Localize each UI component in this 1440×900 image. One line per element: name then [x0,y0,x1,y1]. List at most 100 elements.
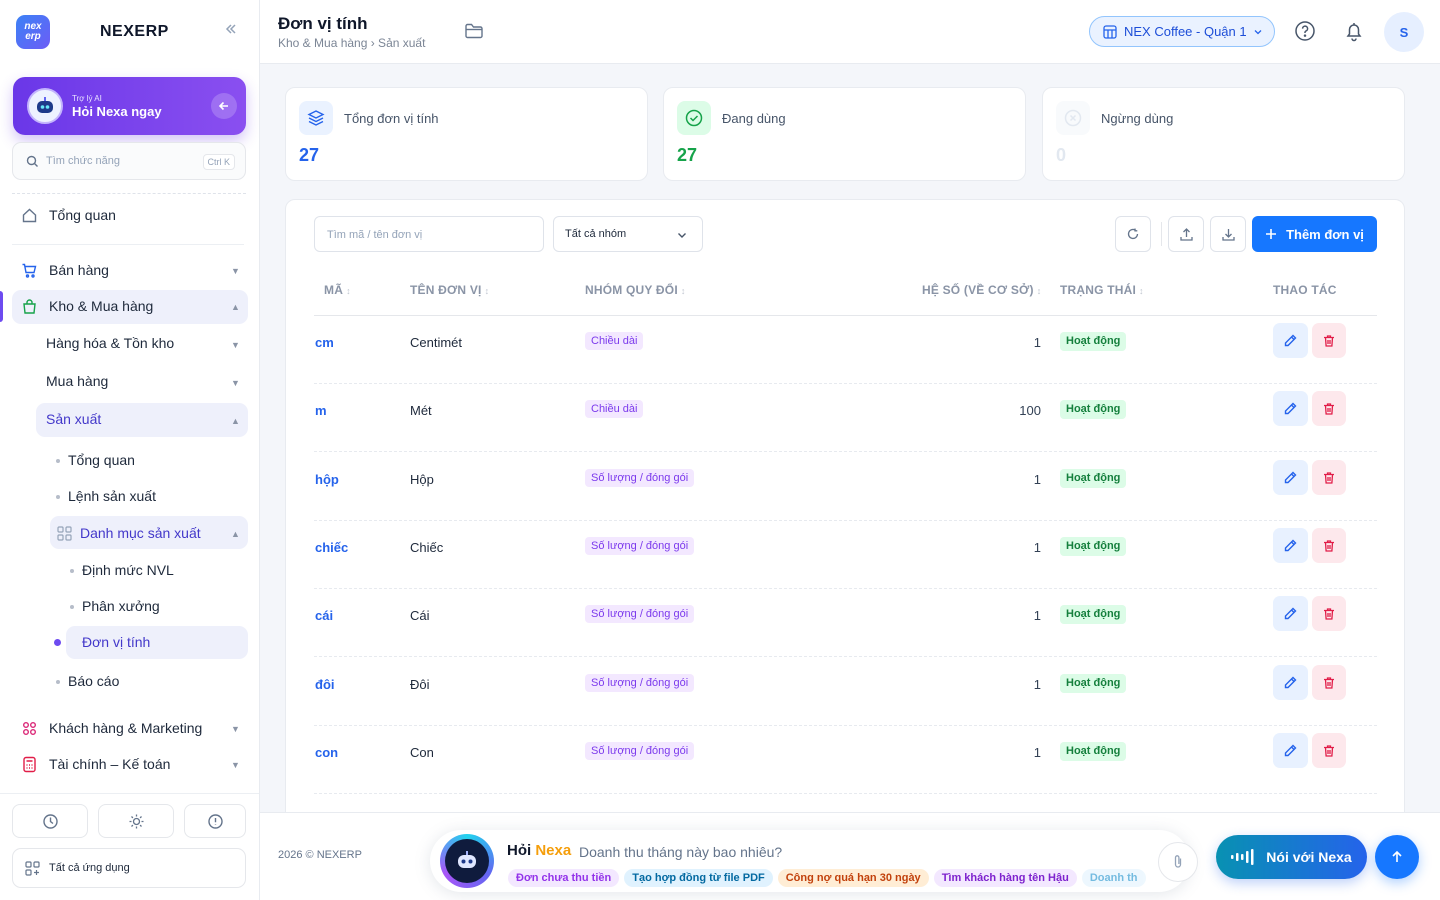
add-unit-button[interactable]: Thêm đơn vị [1252,216,1377,252]
suggestion-chip[interactable]: Doanh th [1081,869,1146,887]
sidebar-item-units[interactable]: Đơn vị tính [82,634,150,650]
sidebar-item-finance[interactable]: Tài chính – Kế toán [20,755,170,773]
row-divider [314,451,1377,452]
unit-code[interactable]: hộp [315,472,339,487]
column-header-name[interactable]: TÊN ĐƠN VỊ ↕ [410,283,489,297]
delete-button[interactable] [1312,596,1346,631]
all-apps-button[interactable]: Tất cả ứng dụng [12,848,246,888]
suggestion-chip[interactable]: Đơn chưa thu tiền [508,869,620,887]
delete-button[interactable] [1312,528,1346,563]
stat-label: Tổng đơn vị tính [344,111,439,126]
chevron-down-icon: ▼ [231,266,240,276]
search-icon [26,155,39,168]
edit-button[interactable] [1273,733,1308,768]
sidebar-item-overview[interactable]: Tổng quan [20,206,116,224]
unit-code[interactable]: m [315,403,327,418]
bell-icon[interactable] [1343,20,1365,42]
table-row: cái Cái Số lượng / đóng gói 1 Hoạt động [286,589,1404,657]
send-button[interactable] [1375,835,1419,879]
chevron-up-icon: ▲ [231,529,240,539]
page-title: Đơn vị tính [278,14,368,33]
group-filter-select[interactable]: Tất cả nhóm [553,216,703,252]
talk-to-nexa-button[interactable]: Nói với Nexa [1216,835,1367,879]
alert-button[interactable] [184,804,246,838]
folder-icon[interactable] [464,22,484,40]
column-header-group[interactable]: NHÓM QUY ĐỔI ↕ [585,283,686,297]
delete-button[interactable] [1312,391,1346,426]
table-row: con Con Số lượng / đóng gói 1 Hoạt động [286,726,1404,794]
edit-button[interactable] [1273,323,1308,358]
edit-button[interactable] [1273,665,1308,700]
app-logo[interactable]: nex erp [16,15,50,49]
sidebar-item-crm-marketing[interactable]: Khách hàng & Marketing [20,719,202,737]
group-badge: Số lượng / đóng gói [585,674,695,692]
column-header-code[interactable]: MÃ ↕ [324,283,351,297]
edit-button[interactable] [1273,391,1308,426]
bullet [56,495,60,499]
delete-button[interactable] [1312,733,1346,768]
edit-button[interactable] [1273,528,1308,563]
branch-selector[interactable]: NEX Coffee - Quận 1 [1089,16,1275,47]
sidebar-item-workshops[interactable]: Phân xưởng [82,598,160,614]
sidebar-item-label: Khách hàng & Marketing [49,720,203,736]
trash-icon [1324,334,1334,347]
theme-toggle-button[interactable] [98,804,174,838]
sidebar-item-production[interactable]: Sản xuất [46,411,101,427]
history-button[interactable] [12,804,88,838]
export-button[interactable] [1210,216,1246,252]
table-row: m Mét Chiều dài 100 Hoạt động [286,384,1404,452]
column-header-coefficient[interactable]: HỆ SỐ (VỀ CƠ SỞ) ↕ [922,283,1041,297]
suggestion-chip[interactable]: Công nợ quá hạn 30 ngày [777,869,929,887]
edit-button[interactable] [1273,596,1308,631]
sidebar-item-purchasing[interactable]: Mua hàng [46,373,108,389]
delete-button[interactable] [1312,460,1346,495]
unit-search-input[interactable]: Tìm mã / tên đơn vị [314,216,544,252]
sidebar-item-sales[interactable]: Bán hàng [20,261,109,279]
unit-code[interactable]: cm [315,335,334,350]
unit-code[interactable]: đôi [315,677,335,692]
brand-name: NEXERP [100,23,169,40]
delete-button[interactable] [1312,665,1346,700]
column-header-status[interactable]: TRẠNG THÁI ↕ [1060,283,1144,297]
sidebar-item-label: Đơn vị tính [82,634,151,650]
stat-label: Ngừng dùng [1101,111,1174,126]
unit-code[interactable]: chiếc [315,540,348,555]
suggestion-chip[interactable]: Tìm khách hàng tên Hậu [933,869,1077,887]
status-badge: Hoạt động [1060,400,1127,419]
trash-icon [1324,471,1334,484]
sidebar-item-production-overview[interactable]: Tổng quan [68,452,135,468]
edit-button[interactable] [1273,460,1308,495]
arrow-left-icon[interactable] [211,93,237,119]
unit-code[interactable]: con [315,745,338,760]
download-icon [1221,228,1235,241]
plus-icon [1265,228,1277,240]
attach-button[interactable] [1158,842,1198,882]
sidebar-item-production-catalog[interactable]: Danh mục sản xuất [56,524,201,542]
sidebar-item-inventory-purchasing[interactable]: Kho & Mua hàng [20,297,153,315]
ask-nexa-card[interactable]: Trợ lý AI Hỏi Nexa ngay [13,77,246,135]
sidebar-item-material-norms[interactable]: Định mức NVL [82,562,174,578]
clock-icon [42,813,58,829]
sidebar-item-label: Tài chính – Kế toán [49,756,171,772]
sidebar-item-goods-stock[interactable]: Hàng hóa & Tồn kho [46,335,174,351]
collapse-sidebar-icon[interactable] [224,22,242,40]
trash-icon [1324,539,1334,552]
unit-code[interactable]: cái [315,608,333,623]
user-avatar[interactable]: S [1384,12,1424,52]
help-icon[interactable] [1294,20,1316,42]
sidebar-item-label: Bán hàng [49,262,109,278]
function-search[interactable]: Tìm chức năng Ctrl K [12,142,246,180]
refresh-button[interactable] [1115,216,1151,252]
suggestion-chip[interactable]: Tạo hợp đồng từ file PDF [624,869,773,887]
sidebar-item-reports[interactable]: Báo cáo [68,673,119,689]
divider [0,793,259,794]
trash-icon [1324,607,1334,620]
unit-name: Cái [410,608,430,623]
import-button[interactable] [1168,216,1204,252]
sidebar-item-production-orders[interactable]: Lệnh sản xuất [68,488,156,504]
table-row: chiếc Chiếc Số lượng / đóng gói 1 Hoạt động [286,521,1404,589]
bullet [70,569,74,573]
refresh-icon [1127,228,1139,240]
delete-button[interactable] [1312,323,1346,358]
ask-nexa-input[interactable]: Hỏi Nexa Doanh thu tháng này bao nhiêu? … [430,830,1198,892]
